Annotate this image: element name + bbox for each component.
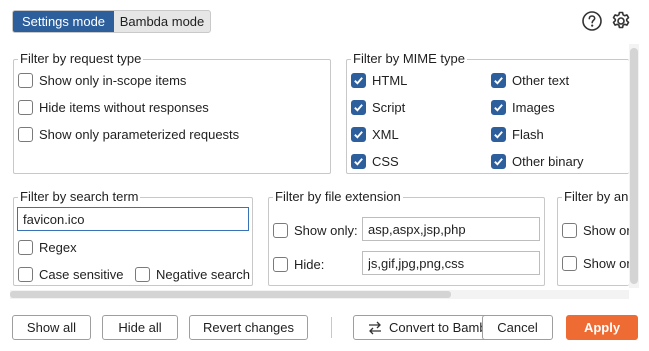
negative-search-label: Negative search [156,266,250,282]
mime-type-title: Filter by MIME type [351,51,467,67]
parameterized-checkbox[interactable]: Show only parameterized requests [18,125,239,143]
checkmark-icon [491,99,506,115]
button-separator [331,317,332,338]
search-term-input[interactable] [17,207,249,231]
ext-hide-label: Hide: [294,256,325,272]
checkmark-icon [351,72,366,88]
mime-html-label: HTML [372,72,408,88]
revert-changes-button[interactable]: Revert changes [189,315,308,340]
mime-css-label: CSS [372,153,399,169]
gear-icon[interactable] [610,10,632,32]
hide-all-button[interactable]: Hide all [102,315,178,340]
checkmark-icon [491,72,506,88]
apply-button[interactable]: Apply [566,315,638,340]
ext-show-only-input[interactable] [362,217,540,241]
annotation-show-only-checkbox-2[interactable]: Show or [562,254,631,272]
checkbox-box [273,222,288,238]
mime-images-label: Images [512,99,555,115]
ext-hide-checkbox[interactable]: Hide: [273,255,324,273]
negative-search-checkbox[interactable]: Negative search [135,265,250,283]
vertical-scrollbar[interactable] [629,44,639,288]
annotation-show-only-label-2: Show or [583,255,631,271]
mime-script-label: Script [372,99,406,115]
checkbox-box [18,126,33,142]
mime-script-checkbox[interactable]: Script [351,98,405,116]
cancel-button[interactable]: Cancel [482,315,553,340]
checkbox-box [135,266,150,282]
regex-checkbox[interactable]: Regex [18,238,77,256]
annotation-show-only-checkbox-1[interactable]: Show or [562,221,631,239]
mime-html-checkbox[interactable]: HTML [351,71,407,89]
checkbox-box [18,72,33,88]
in-scope-label: Show only in-scope items [39,72,187,88]
annotation-show-only-label-1: Show or [583,222,631,238]
case-sensitive-checkbox[interactable]: Case sensitive [18,265,124,283]
mime-other-binary-checkbox[interactable]: Other binary [491,152,584,170]
convert-label: Convert to Bamb [389,320,487,335]
ext-hide-input[interactable] [362,251,540,275]
checkbox-box [18,266,33,282]
ext-show-only-label: Show only: [294,222,358,238]
checkmark-icon [491,126,506,142]
hide-no-response-checkbox[interactable]: Hide items without responses [18,98,209,116]
mime-css-checkbox[interactable]: CSS [351,152,399,170]
help-icon[interactable] [581,10,603,32]
bambda-mode-tab[interactable]: Bambda mode [114,11,210,32]
show-all-button[interactable]: Show all [12,315,91,340]
checkbox-box [273,256,288,272]
search-term-title: Filter by search term [18,189,141,205]
checkmark-icon [351,153,366,169]
settings-mode-tab[interactable]: Settings mode [13,11,114,32]
checkbox-box [562,222,577,238]
checkbox-box [18,239,33,255]
convert-to-bambda-button[interactable]: Convert to Bamb [353,315,493,340]
parameterized-label: Show only parameterized requests [39,126,240,142]
checkbox-box [18,99,33,115]
annotation-title: Filter by ann [562,189,638,205]
mime-other-text-label: Other text [512,72,570,88]
request-type-title: Filter by request type [18,51,144,67]
regex-label: Regex [39,239,77,255]
mime-images-checkbox[interactable]: Images [491,98,555,116]
swap-arrows-icon [369,321,381,334]
mime-xml-checkbox[interactable]: XML [351,125,399,143]
checkbox-box [562,255,577,271]
in-scope-checkbox[interactable]: Show only in-scope items [18,71,186,89]
mime-xml-label: XML [372,126,399,142]
ext-show-only-checkbox[interactable]: Show only: [273,221,358,239]
mime-flash-checkbox[interactable]: Flash [491,125,544,143]
case-sensitive-label: Case sensitive [39,266,124,282]
file-extension-title: Filter by file extension [273,189,403,205]
mode-toggle: Settings mode Bambda mode [12,10,211,33]
checkmark-icon [351,126,366,142]
hide-no-response-label: Hide items without responses [39,99,209,115]
horizontal-scroll-thumb[interactable] [10,291,451,298]
horizontal-scrollbar[interactable] [10,290,629,299]
mime-other-text-checkbox[interactable]: Other text [491,71,569,89]
vertical-scroll-thumb[interactable] [630,48,638,284]
mime-flash-label: Flash [512,126,544,142]
annotation-group: Filter by ann [557,189,638,286]
checkmark-icon [491,153,506,169]
mime-other-binary-label: Other binary [512,153,584,169]
checkmark-icon [351,99,366,115]
